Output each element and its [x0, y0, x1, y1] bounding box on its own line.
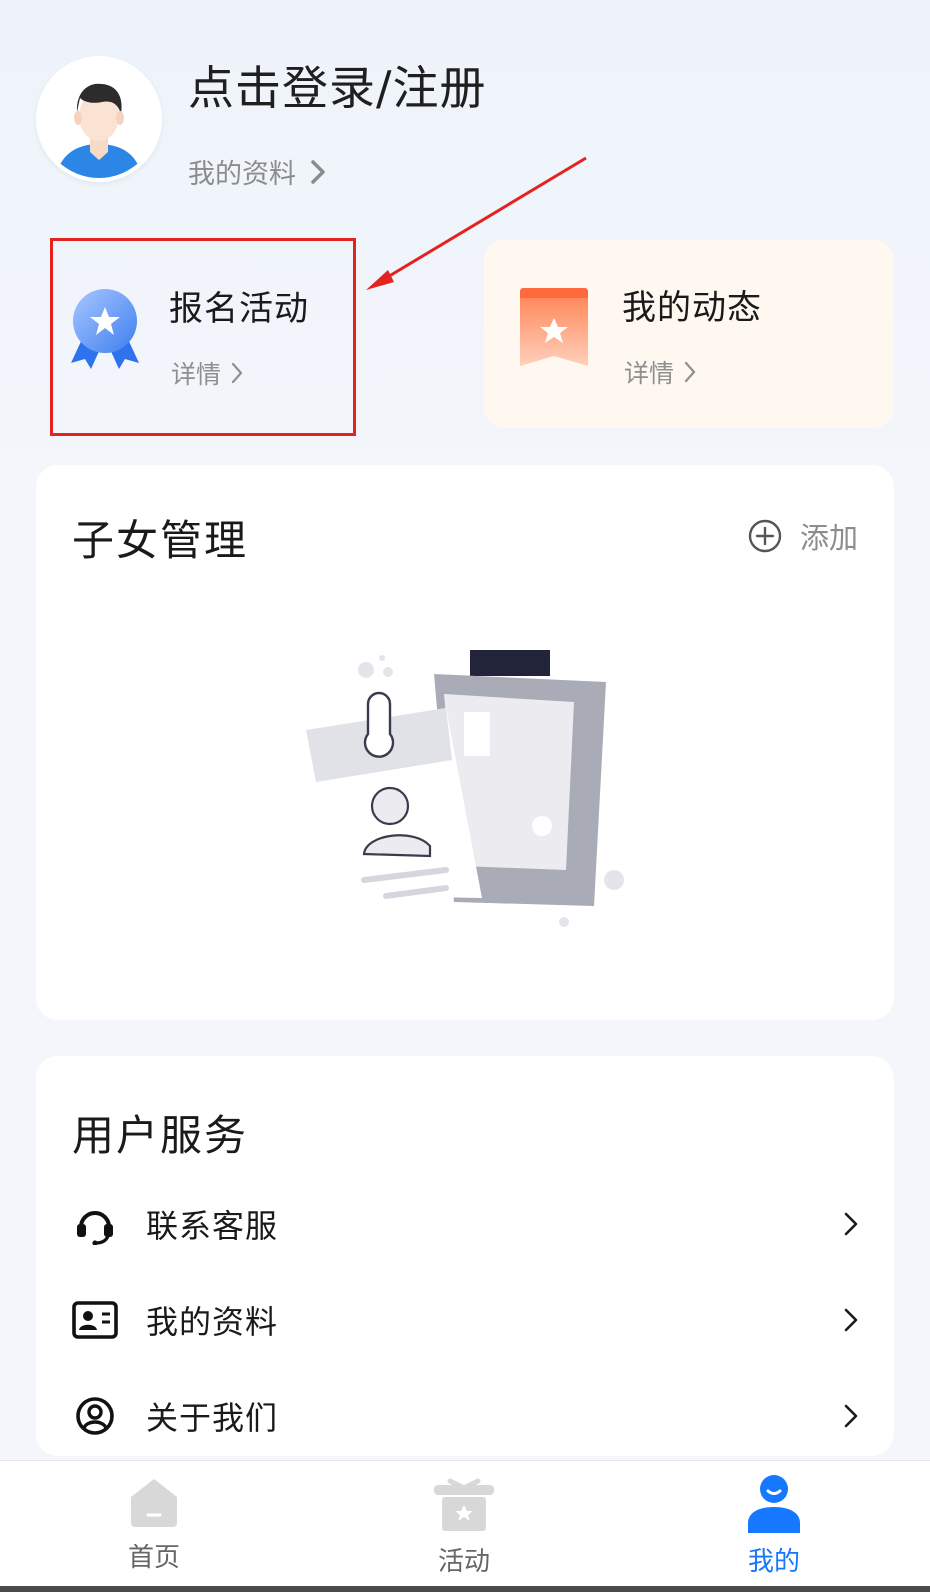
avatar-person-icon [40, 60, 158, 178]
signup-activity-detail-link[interactable]: 详情 [171, 355, 243, 391]
my-dynamics-title: 我的动态 [622, 288, 762, 328]
my-dynamics-detail-label: 详情 [624, 359, 675, 388]
chevron-right-icon [684, 361, 696, 383]
children-management-title: 子女管理 [72, 516, 249, 565]
tab-activity[interactable]: 活动 [364, 1461, 564, 1592]
service-item-contact-support[interactable]: 联系客服 [72, 1194, 858, 1254]
add-child-button[interactable]: 添加 [748, 515, 858, 557]
tab-mine[interactable]: 我的 [674, 1461, 874, 1592]
signup-activity-card[interactable]: 报名活动 详情 [50, 238, 356, 436]
chevron-right-icon [231, 362, 243, 384]
service-item-label: 我的资料 [146, 1303, 279, 1341]
service-item-my-profile[interactable]: 我的资料 [72, 1290, 858, 1350]
star-ribbon-icon [520, 288, 588, 366]
person-icon [748, 1475, 800, 1533]
user-services-panel: 用户服务 联系客服 我的资料 关于我们 [36, 1056, 894, 1456]
plus-circle-icon [748, 519, 782, 553]
my-dynamics-detail-link[interactable]: 详情 [624, 354, 696, 390]
my-profile-link-label: 我的资料 [188, 159, 296, 190]
login-register-title[interactable]: 点击登录/注册 [188, 52, 487, 118]
chevron-right-icon [311, 159, 325, 184]
user-services-title: 用户服务 [72, 1111, 249, 1160]
id-card-icon [72, 1297, 118, 1343]
tab-home-label: 首页 [127, 1543, 180, 1573]
tab-home[interactable]: 首页 [54, 1461, 254, 1592]
empty-state-illustration [306, 650, 624, 927]
chevron-right-icon [844, 1308, 858, 1332]
children-management-panel: 子女管理 添加 [36, 465, 894, 1020]
user-circle-icon [72, 1393, 118, 1439]
my-dynamics-card[interactable]: 我的动态 详情 [484, 240, 894, 428]
headset-icon [72, 1201, 118, 1247]
avatar[interactable] [36, 56, 162, 182]
chevron-right-icon [844, 1212, 858, 1236]
chevron-right-icon [844, 1404, 858, 1428]
tab-activity-label: 活动 [437, 1547, 490, 1577]
service-item-about-us[interactable]: 关于我们 [72, 1386, 858, 1446]
service-item-label: 关于我们 [146, 1399, 279, 1437]
my-profile-link[interactable]: 我的资料 [188, 152, 326, 191]
bottom-tab-bar: 首页 活动 我的 [0, 1460, 930, 1592]
home-icon [131, 1479, 177, 1527]
signup-activity-detail-label: 详情 [171, 360, 222, 389]
add-child-label: 添加 [799, 521, 858, 555]
gift-icon [434, 1478, 494, 1531]
tab-mine-label: 我的 [747, 1547, 800, 1577]
bottom-divider [0, 1586, 930, 1592]
award-medal-icon [71, 289, 139, 369]
signup-activity-title: 报名活动 [169, 289, 309, 329]
service-item-label: 联系客服 [146, 1207, 279, 1245]
